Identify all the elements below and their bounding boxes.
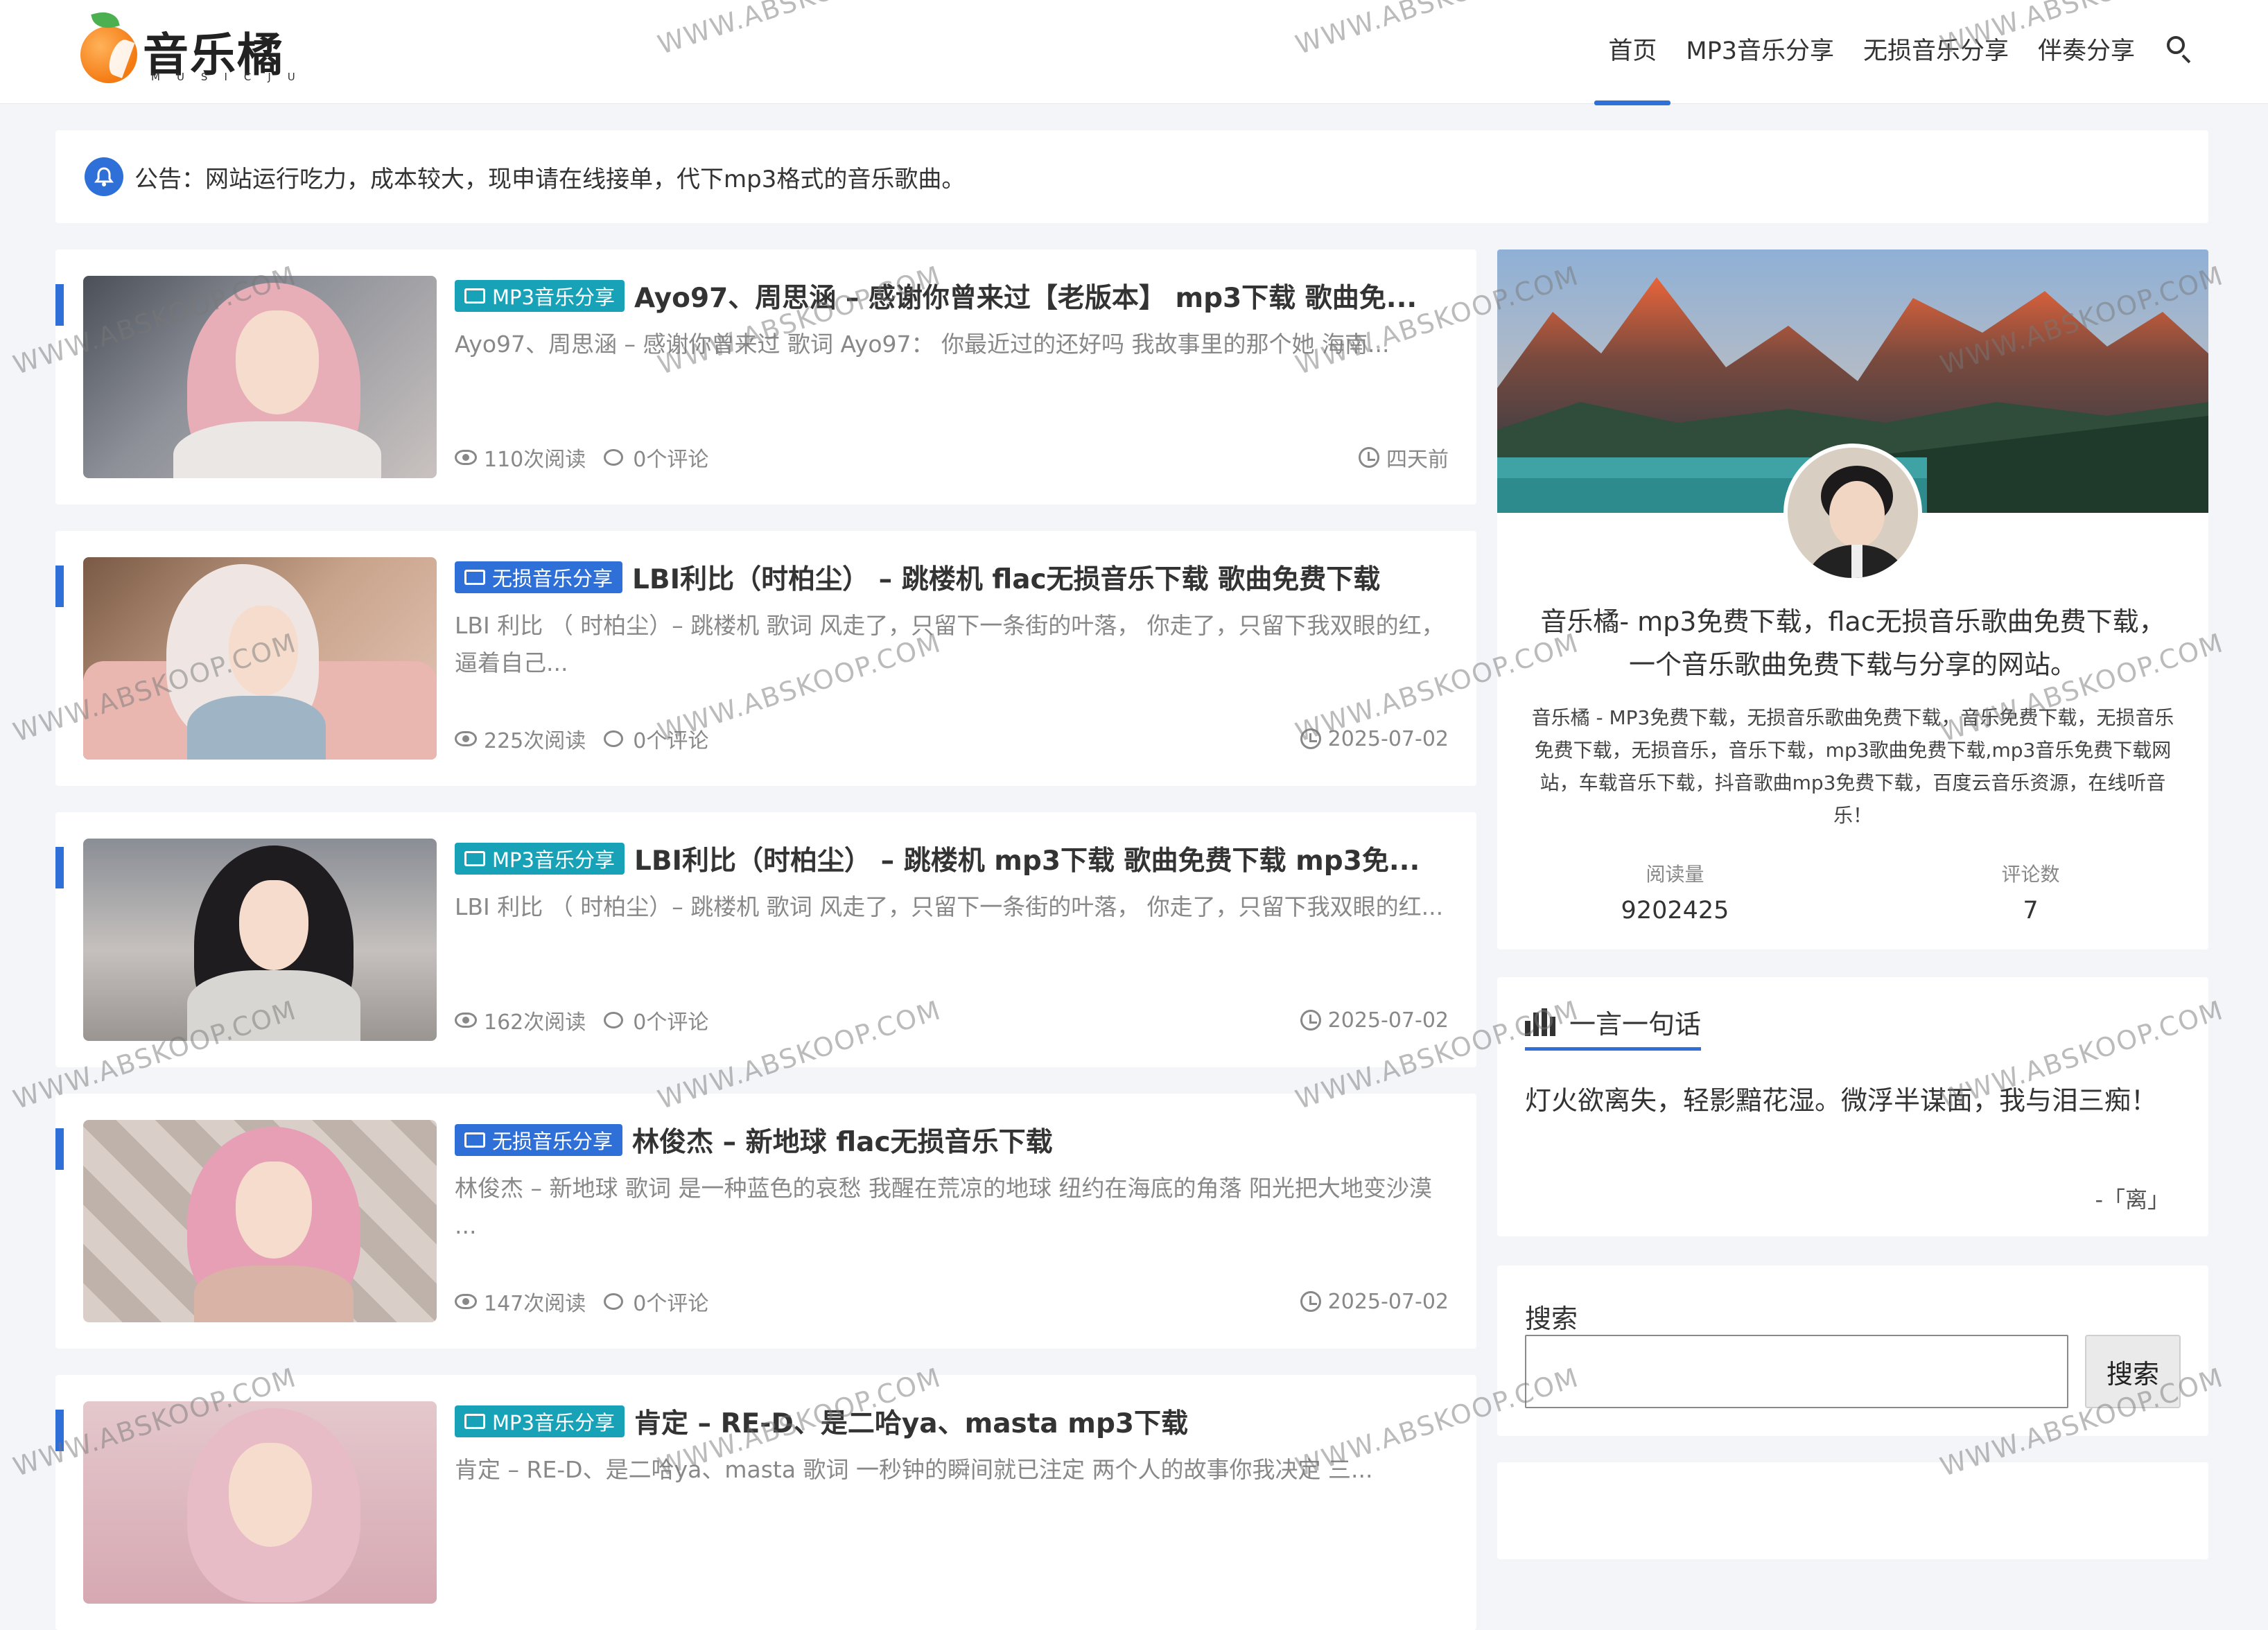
- post-meta: 147次阅读 0个评论 2025-07-02: [455, 1286, 1449, 1317]
- post-title[interactable]: LBI利比（时柏尘） – 跳楼机 flac无损音乐下载 歌曲免费下载: [632, 558, 1380, 597]
- bell-icon: [85, 157, 123, 196]
- post-thumbnail[interactable]: [83, 276, 437, 478]
- profile-widget: 音乐橘- mp3免费下载，flac无损音乐歌曲免费下载，一个音乐歌曲免费下载与分…: [1497, 249, 2208, 949]
- search-input[interactable]: [1525, 1335, 2068, 1408]
- nav-accompaniment-share[interactable]: 伴奏分享: [2038, 31, 2135, 67]
- clock-icon: [1300, 728, 1321, 749]
- view-count: 110次阅读: [484, 448, 586, 472]
- main-nav: 首页 MP3音乐分享 无损音乐分享 伴奏分享: [1579, 28, 2193, 105]
- clock-icon: [1300, 1010, 1321, 1031]
- quote-widget: 一言一句话 灯火欲离失，轻影黯花湿。微浮半谋面，我与泪三痴！ -「离」: [1497, 977, 2208, 1236]
- eye-icon: [455, 1294, 477, 1309]
- category-tag[interactable]: MP3音乐分享: [455, 280, 625, 312]
- nav-lossless-share[interactable]: 无损音乐分享: [1863, 31, 2009, 67]
- search-icon[interactable]: [2165, 35, 2193, 64]
- stat-comments: 评论数 7: [2001, 863, 2060, 924]
- search-button[interactable]: 搜索: [2085, 1335, 2181, 1408]
- nav-home[interactable]: 首页: [1594, 31, 1671, 105]
- site-title: 音乐橘- mp3免费下载，flac无损音乐歌曲免费下载，一个音乐歌曲免费下载与分…: [1540, 606, 2165, 680]
- comment-count[interactable]: 0个评论: [633, 442, 708, 473]
- comment-icon: [604, 449, 624, 466]
- comment-icon: [604, 1012, 624, 1028]
- post-meta: 162次阅读 0个评论 2025-07-02: [455, 1005, 1449, 1035]
- quote-source: -「离」: [2095, 1186, 2170, 1213]
- post-excerpt: 林俊杰 – 新地球 歌词 是一种蓝色的哀愁 我醒在荒凉的地球 纽约在海底的角落 …: [455, 1175, 1432, 1239]
- post-thumbnail[interactable]: [83, 1120, 437, 1322]
- clock-icon: [1300, 1291, 1321, 1312]
- eye-icon: [455, 450, 477, 465]
- stat-views: 阅读量 9202425: [1621, 863, 1729, 924]
- post-card: MP3音乐分享 LBI利比（时柏尘） – 跳楼机 mp3下载 歌曲免费下载 mp…: [55, 812, 1476, 1067]
- folder-icon: [464, 570, 485, 585]
- post-title[interactable]: 林俊杰 – 新地球 flac无损音乐下载: [632, 1121, 1053, 1159]
- view-count: 225次阅读: [484, 729, 586, 753]
- site-header: 音乐橘 MUSICJU 首页 MP3音乐分享 无损音乐分享 伴奏分享: [0, 0, 2268, 105]
- post-card: MP3音乐分享 Ayo97、周思涵 – 感谢你曾来过【老版本】 mp3下载 歌曲…: [55, 249, 1476, 505]
- post-time: 2025-07-02: [1327, 726, 1449, 751]
- post-excerpt: LBI 利比 （ 时柏尘）– 跳楼机 歌词 风走了，只留下一条街的叶落， 你走了…: [455, 893, 1444, 920]
- post-excerpt: LBI 利比 （ 时柏尘）– 跳楼机 歌词 风走了，只留下一条街的叶落， 你走了…: [455, 612, 1445, 676]
- post-thumbnail[interactable]: [83, 1401, 437, 1604]
- view-count: 162次阅读: [484, 1010, 586, 1035]
- post-card: 无损音乐分享 林俊杰 – 新地球 flac无损音乐下载 林俊杰 – 新地球 歌词…: [55, 1094, 1476, 1349]
- sidebar-widget: [1497, 1462, 2208, 1559]
- bar-chart-icon: [1525, 1008, 1564, 1036]
- view-count: 147次阅读: [484, 1292, 586, 1316]
- announcement-text: 公告：网站运行吃力，成本较大，现申请在线接单，代下mp3格式的音乐歌曲。: [134, 165, 966, 193]
- comment-count[interactable]: 0个评论: [633, 1286, 708, 1317]
- announcement-bar: 公告：网站运行吃力，成本较大，现申请在线接单，代下mp3格式的音乐歌曲。: [55, 130, 2208, 223]
- nav-mp3-share[interactable]: MP3音乐分享: [1686, 31, 1834, 67]
- site-description: 音乐橘 - MP3免费下载，无损音乐歌曲免费下载，音乐免费下载，无损音乐免费下载…: [1531, 706, 2174, 827]
- eye-icon: [455, 731, 477, 746]
- site-logo[interactable]: 音乐橘 MUSICJU: [80, 8, 295, 87]
- category-tag[interactable]: 无损音乐分享: [455, 1124, 623, 1156]
- post-title[interactable]: 肯定 – RE-D、是二哈ya、masta mp3下载: [634, 1402, 1188, 1441]
- folder-icon: [464, 288, 485, 304]
- post-thumbnail[interactable]: [83, 557, 437, 760]
- comment-icon: [604, 1293, 624, 1310]
- post-meta: 225次阅读 0个评论 2025-07-02: [455, 724, 1449, 754]
- search-label: 搜索: [1525, 1304, 1578, 1334]
- category-tag[interactable]: MP3音乐分享: [455, 1405, 625, 1437]
- post-meta: 110次阅读 0个评论 四天前: [455, 442, 1449, 473]
- post-time: 四天前: [1386, 448, 1449, 472]
- folder-icon: [464, 851, 485, 866]
- post-title[interactable]: LBI利比（时柏尘） – 跳楼机 mp3下载 歌曲免费下载 mp3免...: [634, 839, 1420, 878]
- post-card: 无损音乐分享 LBI利比（时柏尘） – 跳楼机 flac无损音乐下载 歌曲免费下…: [55, 531, 1476, 786]
- logo-subtitle: MUSICJU: [151, 71, 312, 83]
- post-time: 2025-07-02: [1327, 1289, 1449, 1314]
- category-tag[interactable]: MP3音乐分享: [455, 843, 625, 875]
- eye-icon: [455, 1013, 477, 1028]
- post-excerpt: 肯定 – RE-D、是二哈ya、masta 歌词 一秒钟的瞬间就已注定 两个人的…: [455, 1456, 1373, 1483]
- category-tag[interactable]: 无损音乐分享: [455, 561, 623, 593]
- post-title[interactable]: Ayo97、周思涵 – 感谢你曾来过【老版本】 mp3下载 歌曲免...: [634, 277, 1417, 315]
- quote-widget-title: 一言一句话: [1569, 1009, 1702, 1040]
- avatar[interactable]: [1783, 444, 1922, 582]
- post-thumbnail[interactable]: [83, 839, 437, 1041]
- comment-icon: [604, 730, 624, 747]
- quote-text: 灯火欲离失，轻影黯花湿。微浮半谋面，我与泪三痴！: [1525, 1085, 2158, 1116]
- search-widget: 搜索 搜索: [1497, 1265, 2208, 1436]
- folder-icon: [464, 1132, 485, 1148]
- post-time: 2025-07-02: [1327, 1008, 1449, 1033]
- post-card: MP3音乐分享 肯定 – RE-D、是二哈ya、masta mp3下载 肯定 –…: [55, 1375, 1476, 1630]
- comment-count[interactable]: 0个评论: [633, 724, 708, 754]
- post-excerpt: Ayo97、周思涵 – 感谢你曾来过 歌词 Ayo97： 你最近过的还好吗 我故…: [455, 331, 1390, 358]
- site-stats: 阅读量 9202425 评论数 7: [1497, 859, 2208, 924]
- comment-count[interactable]: 0个评论: [633, 1005, 708, 1035]
- clock-icon: [1359, 447, 1379, 468]
- folder-icon: [464, 1414, 485, 1429]
